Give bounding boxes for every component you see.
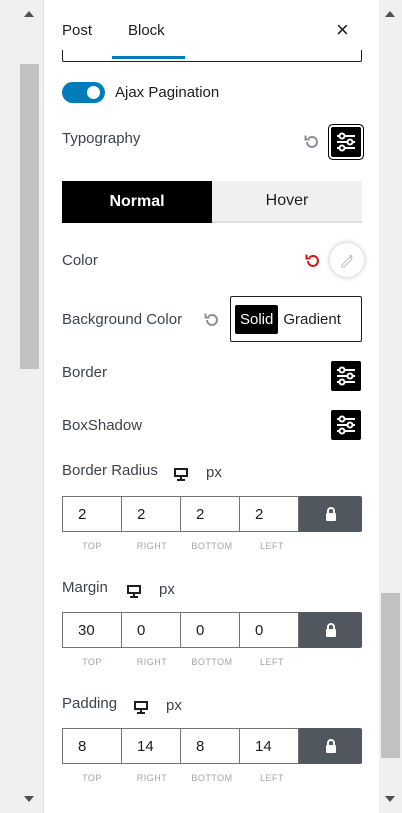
border-radius-bottom-input[interactable]: 2 — [180, 496, 240, 532]
border-radius-left-input[interactable]: 2 — [239, 496, 299, 532]
color-label: Color — [62, 252, 98, 269]
side-label-bottom: BOTTOM — [191, 773, 233, 783]
boxshadow-settings-button[interactable] — [331, 410, 361, 440]
typography-label: Typography — [62, 130, 141, 147]
typography-settings-button[interactable] — [331, 127, 361, 157]
sliders-icon — [337, 415, 355, 435]
padding-lock-button[interactable] — [299, 728, 362, 764]
solid-button[interactable]: Solid — [235, 304, 279, 334]
margin-label: Margin — [62, 579, 108, 596]
margin-side-labels: TOP RIGHT BOTTOM LEFT — [62, 657, 302, 667]
reset-icon[interactable] — [202, 310, 222, 330]
desktop-icon[interactable] — [126, 583, 142, 599]
margin-top-input[interactable]: 30 — [62, 612, 122, 648]
padding-side-labels: TOP RIGHT BOTTOM LEFT — [62, 773, 302, 783]
desktop-icon[interactable] — [133, 699, 149, 715]
side-label-top: TOP — [82, 657, 102, 667]
border-radius-label: Border Radius — [62, 462, 158, 479]
tab-hover[interactable]: Hover — [212, 181, 362, 223]
desktop-icon[interactable] — [173, 466, 189, 482]
side-label-bottom: BOTTOM — [191, 541, 233, 551]
lock-icon — [325, 623, 336, 637]
side-label-top: TOP — [82, 541, 102, 551]
border-radius-unit[interactable]: px — [206, 464, 222, 481]
margin-lock-button[interactable] — [299, 612, 362, 648]
block-settings-panel: Post Block × Ajax Pagination Typography … — [43, 0, 379, 813]
border-radius-lock-button[interactable] — [299, 496, 362, 532]
margin-inputs: 30 0 0 0 — [62, 612, 362, 648]
scroll-up-arrow-icon[interactable] — [24, 11, 34, 17]
left-scrollbar-thumb[interactable] — [20, 64, 39, 369]
border-label: Border — [62, 364, 108, 381]
ajax-pagination-label: Ajax Pagination — [115, 84, 220, 101]
boxshadow-label: BoxShadow — [62, 417, 143, 434]
padding-unit[interactable]: px — [166, 697, 182, 714]
padding-top-input[interactable]: 8 — [62, 728, 122, 764]
reset-color-icon[interactable] — [303, 251, 323, 271]
eyedropper-icon — [341, 254, 353, 268]
reset-icon[interactable] — [302, 132, 322, 152]
sliders-icon — [337, 366, 355, 386]
left-scrollbar[interactable] — [19, 0, 39, 813]
color-picker-button[interactable] — [330, 243, 364, 277]
margin-unit[interactable]: px — [159, 581, 175, 598]
padding-inputs: 8 14 8 14 — [62, 728, 362, 764]
tab-normal[interactable]: Normal — [62, 181, 212, 223]
border-radius-top-input[interactable]: 2 — [62, 496, 122, 532]
previous-field-edge — [62, 50, 362, 62]
right-scrollbar[interactable] — [380, 0, 400, 813]
state-tab-switch: Normal Hover — [62, 181, 362, 223]
margin-right-input[interactable]: 0 — [121, 612, 181, 648]
scroll-down-arrow-icon[interactable] — [24, 796, 34, 802]
background-type-switch: Solid Gradient — [230, 296, 362, 342]
border-radius-right-input[interactable]: 2 — [121, 496, 181, 532]
side-label-right: RIGHT — [136, 541, 168, 551]
sliders-icon — [337, 132, 355, 152]
border-radius-side-labels: TOP RIGHT BOTTOM LEFT — [62, 541, 302, 551]
padding-left-input[interactable]: 14 — [239, 728, 299, 764]
lock-icon — [325, 507, 336, 521]
side-label-left: LEFT — [259, 541, 284, 551]
lock-icon — [325, 739, 336, 753]
tab-block[interactable]: Block — [128, 22, 165, 39]
padding-label: Padding — [62, 695, 118, 712]
padding-bottom-input[interactable]: 8 — [180, 728, 240, 764]
close-icon[interactable]: × — [336, 17, 349, 43]
border-settings-button[interactable] — [331, 361, 361, 391]
scroll-up-arrow-icon[interactable] — [385, 11, 395, 17]
ajax-pagination-toggle[interactable] — [62, 82, 105, 103]
side-label-bottom: BOTTOM — [191, 657, 233, 667]
border-radius-inputs: 2 2 2 2 — [62, 496, 362, 532]
side-label-right: RIGHT — [136, 657, 168, 667]
side-label-left: LEFT — [259, 657, 284, 667]
background-color-label: Background Color — [62, 311, 183, 328]
scroll-down-arrow-icon[interactable] — [385, 796, 395, 802]
padding-right-input[interactable]: 14 — [121, 728, 181, 764]
gradient-button[interactable]: Gradient — [278, 305, 346, 334]
margin-bottom-input[interactable]: 0 — [180, 612, 240, 648]
margin-left-input[interactable]: 0 — [239, 612, 299, 648]
side-label-top: TOP — [82, 773, 102, 783]
tab-post[interactable]: Post — [62, 22, 92, 39]
side-label-right: RIGHT — [136, 773, 168, 783]
side-label-left: LEFT — [259, 773, 284, 783]
right-scrollbar-thumb[interactable] — [381, 593, 400, 758]
